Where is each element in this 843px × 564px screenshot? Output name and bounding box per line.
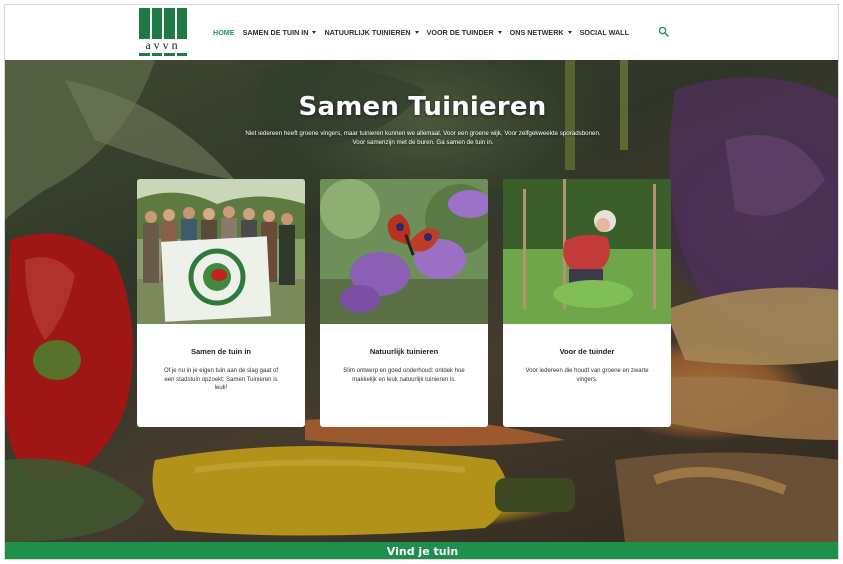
gardener-photo-image [503, 179, 671, 324]
nav-label: SAMEN DE TUIN IN [242, 27, 309, 37]
nav-label: ONS NETWERK [509, 27, 564, 37]
search-icon[interactable] [658, 26, 669, 37]
chevron-down-icon [567, 30, 572, 34]
hero-intro-text: Niet iedereen heeft groene vingers, maar… [245, 130, 601, 146]
main-nav: HOME SAMEN DE TUIN IN NATUURLIJK TUINIER… [213, 24, 637, 40]
chevron-down-icon [312, 30, 317, 34]
card-title: Samen de tuin in [190, 347, 251, 356]
nav-item-natuurlijk-tuinieren[interactable]: NATUURLIJK TUINIEREN [324, 27, 419, 37]
card-text: Slim ontwerp en goed onderhoud: ontdek h… [343, 368, 465, 383]
nav-item-voor-de-tuinder[interactable]: VOOR DE TUINDER [427, 28, 502, 37]
logo-bars [139, 8, 187, 39]
nav-label: HOME [213, 27, 235, 37]
butterfly-photo-image [320, 179, 488, 324]
nav-item-ons-netwerk[interactable]: ONS NETWERK [510, 28, 572, 37]
card-natuurlijk-tuinieren[interactable]: Natuurlijk tuinieren Slim ontwerp en goe… [320, 179, 488, 427]
hero-title: Samen Tuinieren [298, 92, 547, 122]
nav-label: VOOR DE TUINDER [426, 27, 494, 37]
find-garden-label: Vind je tuin [386, 545, 459, 558]
logo-underline [139, 53, 187, 56]
card-samen-de-tuin-in[interactable]: Samen de tuin in Of je nu in je eigen tu… [137, 179, 305, 427]
page-frame: avvn HOME SAMEN DE TUIN IN NATUURLIJK TU… [4, 4, 839, 560]
card-text: Of je nu in je eigen tuin aan de slag ga… [163, 368, 279, 391]
nav-item-home[interactable]: HOME [213, 28, 235, 37]
chevron-down-icon [414, 30, 419, 34]
card-text: Voor iedereen die houdt van groene en zw… [525, 368, 649, 383]
card-voor-de-tuinder[interactable]: Voor de tuinder Voor iedereen die houdt … [503, 179, 671, 427]
card-title: Voor de tuinder [559, 347, 615, 356]
group-photo-image [137, 179, 305, 324]
chevron-down-icon [497, 30, 502, 34]
card-title: Natuurlijk tuinieren [369, 347, 439, 356]
nav-item-social-wall[interactable]: SOCIAL WALL [580, 28, 629, 37]
nav-label: SOCIAL WALL [579, 27, 629, 37]
logo-wordmark: avvn [145, 38, 181, 52]
find-garden-bar[interactable]: Vind je tuin [5, 542, 838, 559]
site-header: avvn HOME SAMEN DE TUIN IN NATUURLIJK TU… [5, 5, 838, 60]
nav-item-samen-de-tuin-in[interactable]: SAMEN DE TUIN IN [243, 28, 317, 37]
nav-label: NATUURLIJK TUINIEREN [324, 27, 411, 37]
avvn-logo[interactable]: avvn [138, 8, 188, 58]
